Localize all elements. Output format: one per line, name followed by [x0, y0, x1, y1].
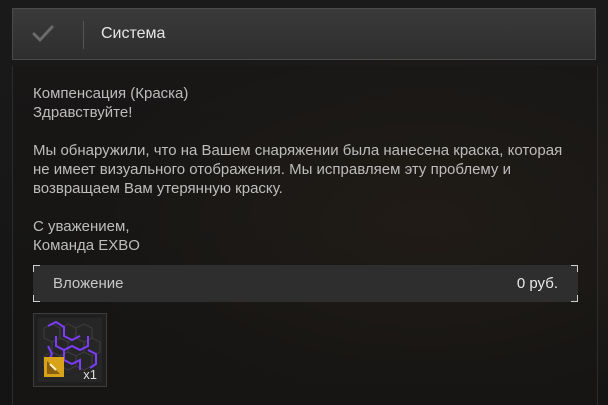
checkmark-icon[interactable]	[31, 23, 55, 45]
mail-window: Система Компенсация (Краска) Здравствуйт…	[0, 0, 608, 405]
attachment-item-slot[interactable]: x1	[33, 313, 107, 387]
frame-corner	[571, 295, 578, 302]
mail-closing: С уважением,	[33, 218, 130, 235]
attachment-price: 0 руб.	[516, 275, 558, 292]
mail-paragraph: Мы обнаружили, что на Вашем снаряжении б…	[33, 142, 563, 197]
frame-corner	[571, 265, 578, 272]
attachment-bar: Вложение 0 руб.	[33, 265, 578, 302]
frame-corner	[33, 265, 40, 272]
frame-corner	[33, 295, 40, 302]
mail-sender-title: Система	[101, 25, 166, 42]
attachment-label: Вложение	[53, 275, 124, 292]
item-quantity: x1	[83, 367, 97, 382]
mail-greeting: Здравствуйте!	[33, 104, 133, 121]
mail-body-text: Компенсация (Краска) Здравствуйте! Мы об…	[33, 84, 573, 255]
header-divider	[83, 21, 84, 49]
mail-header: Система	[12, 8, 596, 60]
mail-signature: Команда EXBO	[33, 237, 140, 254]
mail-subject: Компенсация (Краска)	[33, 85, 189, 102]
